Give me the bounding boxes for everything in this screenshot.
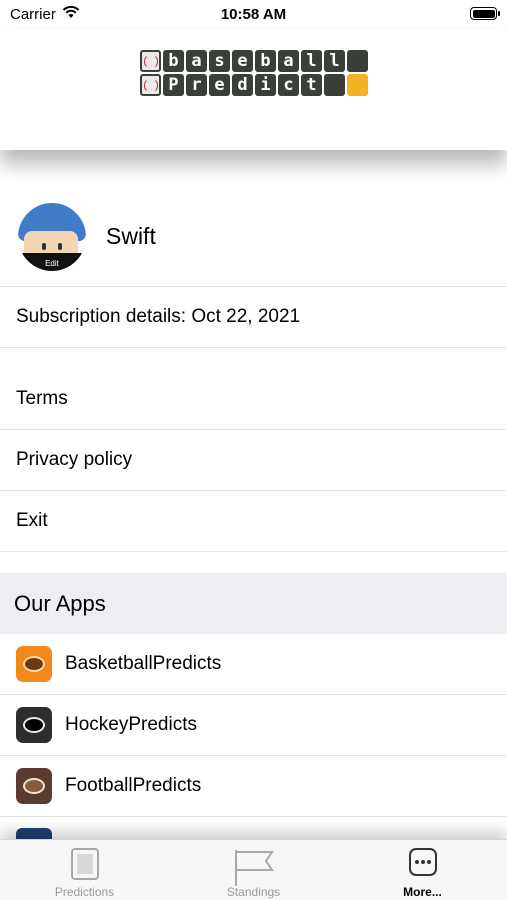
baseball-predict-logo: b a s e b a l l P r e d i c t (140, 50, 368, 98)
baseball-icon (140, 50, 161, 72)
privacy-policy-label: Privacy policy (16, 449, 133, 470)
logo-tile: c (278, 74, 299, 96)
hockey-icon-inner (23, 717, 45, 733)
logo-tile: t (301, 74, 322, 96)
subscription-details-label: Subscription details: Oct 22, 2021 (16, 306, 301, 327)
tab-label: More... (403, 885, 442, 899)
logo-tile: r (186, 74, 207, 96)
logo-tile: e (209, 74, 230, 96)
logo-tile: P (163, 74, 184, 96)
eye-shape (42, 243, 46, 250)
subscription-details-row[interactable]: Subscription details: Oct 22, 2021 (0, 287, 507, 348)
basketball-icon-inner (23, 656, 45, 672)
app-row-basketball[interactable]: BasketballPredicts (0, 634, 507, 695)
logo-tile: a (186, 50, 207, 72)
app-row-hockey[interactable]: HockeyPredicts (0, 695, 507, 756)
logo-tile: e (232, 50, 253, 72)
logo-tile: b (255, 50, 276, 72)
app-name: FootballPredicts (65, 775, 202, 796)
logo-tile: i (255, 74, 276, 96)
tab-predictions[interactable]: Predictions (0, 840, 169, 900)
hockey-app-icon (16, 707, 52, 743)
tab-label: Predictions (54, 885, 115, 899)
football-app-icon (16, 768, 52, 804)
terms-row[interactable]: Terms (0, 369, 507, 430)
our-apps-title: Our Apps (14, 590, 106, 616)
status-bar: Carrier 10:58 AM (0, 0, 507, 30)
tab-more[interactable]: More... (338, 840, 507, 900)
terms-label: Terms (16, 388, 68, 409)
more-icon (408, 848, 437, 876)
logo-accent-tile (347, 74, 368, 96)
app-name: HockeyPredicts (65, 714, 197, 735)
predictions-icon (70, 848, 99, 880)
logo-tile-blank (347, 50, 368, 72)
profile-row: Edit Swift (0, 185, 507, 287)
football-icon-inner (23, 778, 45, 794)
baseball-icon (140, 74, 161, 96)
basketball-app-icon (16, 646, 52, 682)
avatar-edit-button[interactable]: Edit (18, 259, 86, 268)
logo-tile: l (324, 50, 345, 72)
avatar[interactable]: Edit (18, 203, 86, 271)
logo-tile-blank (324, 74, 345, 96)
logo-row-predict: P r e d i c t (140, 74, 368, 96)
exit-label: Exit (16, 510, 48, 531)
flag-icon (234, 850, 274, 886)
battery-icon (470, 7, 500, 20)
logo-tile: l (301, 50, 322, 72)
status-time: 10:58 AM (220, 6, 287, 23)
logo-tile: d (232, 74, 253, 96)
app-header: b a s e b a l l P r e d i c t (0, 30, 507, 150)
settings-list: Edit Swift Subscription details: Oct 22,… (0, 185, 507, 817)
tab-bar: Predictions Standings More... (0, 839, 507, 900)
eye-shape (58, 243, 62, 250)
logo-tile: a (278, 50, 299, 72)
app-row-football[interactable]: FootballPredicts (0, 756, 507, 817)
app-name: BasketballPredicts (65, 653, 222, 674)
tab-standings[interactable]: Standings (169, 840, 338, 900)
logo-tile: b (163, 50, 184, 72)
privacy-policy-row[interactable]: Privacy policy (0, 430, 507, 491)
username: Swift (106, 223, 156, 249)
tab-label: Standings (226, 885, 281, 899)
our-apps-header: Our Apps (0, 573, 507, 634)
logo-row-baseball: b a s e b a l l (140, 50, 368, 72)
exit-row[interactable]: Exit (0, 491, 507, 552)
logo-tile: s (209, 50, 230, 72)
